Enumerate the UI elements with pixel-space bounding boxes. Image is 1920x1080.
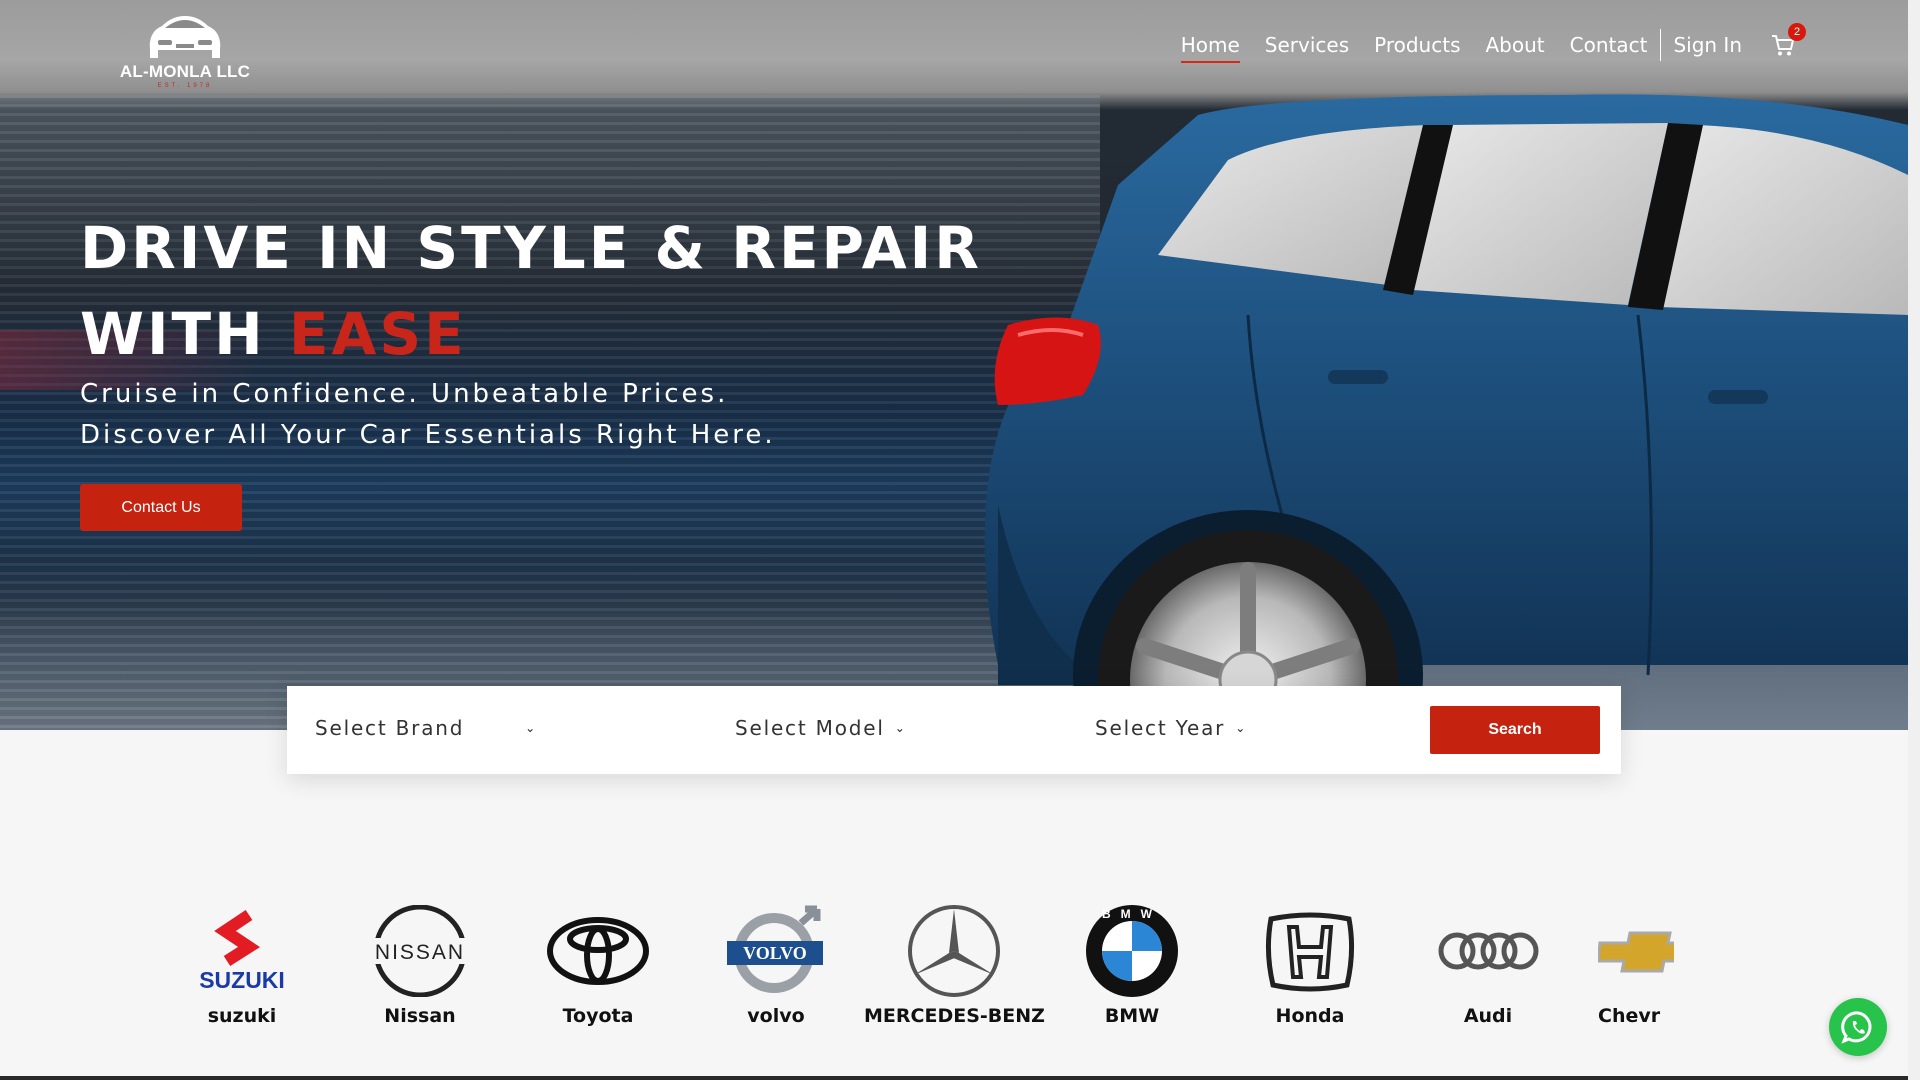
subtitle-line-1: Cruise in Confidence. Unbeatable Prices. [80, 379, 729, 409]
cart-button[interactable]: 2 [1770, 23, 1806, 58]
car-logo-icon [149, 16, 221, 58]
site-logo[interactable]: AL-MONLA LLC EST. 1978 [110, 10, 260, 94]
nav-products[interactable]: Products [1374, 33, 1460, 57]
whatsapp-chat-button[interactable] [1829, 998, 1887, 1056]
brand-label: Honda [1275, 1005, 1345, 1027]
logo-tagline: EST. 1978 [157, 83, 213, 89]
brand-audi[interactable]: Audi [1398, 905, 1578, 1027]
brand-label: volvo [747, 1005, 805, 1027]
nav-about[interactable]: About [1485, 33, 1544, 57]
svg-text:VOLVO: VOLVO [743, 943, 807, 963]
whatsapp-icon [1841, 1011, 1872, 1044]
contact-us-button[interactable]: Contact Us [80, 484, 242, 531]
chevrolet-logo-icon [1598, 931, 1674, 973]
nissan-logo-icon: NISSAN [365, 905, 475, 997]
search-button[interactable]: Search [1430, 706, 1600, 754]
brand-label: Toyota [562, 1005, 634, 1027]
logo-text: AL-MONLA LLC [119, 62, 251, 81]
model-select[interactable]: Select Model ⌄ [735, 716, 907, 740]
headline-accent: EASE [288, 300, 467, 368]
brand-select-label: Select Brand [315, 716, 465, 740]
brand-label: Audi [1463, 1005, 1513, 1027]
honda-logo-icon [1265, 912, 1355, 992]
model-select-label: Select Model [735, 716, 885, 740]
nav-home[interactable]: Home [1180, 33, 1240, 63]
brand-label: suzuki [207, 1005, 277, 1027]
brand-mercedes[interactable]: MERCEDES-BENZ [864, 905, 1045, 1027]
chevron-down-icon: ⌄ [894, 721, 907, 735]
page-bottom-divider [0, 1076, 1920, 1080]
brand-honda[interactable]: Honda [1220, 905, 1400, 1027]
hero-headline: DRIVE IN STYLE & REPAIR WITH EASE [80, 205, 982, 377]
nav-contact[interactable]: Contact [1570, 33, 1648, 57]
brand-carousel: SUZUKI suzuki NISSAN Nissan Toyota VOLVO… [190, 905, 1750, 1035]
toyota-logo-icon [547, 917, 649, 985]
chevron-down-icon: ⌄ [1235, 721, 1248, 735]
main-nav: Home Services Products About Contact Sig… [1156, 23, 1806, 63]
nav-divider [1660, 29, 1662, 61]
svg-text:SUZUKI: SUZUKI [199, 967, 285, 993]
bmw-logo-icon: BMW [1086, 905, 1178, 997]
mercedes-logo-icon [908, 905, 1000, 997]
brand-label: MERCEDES-BENZ [864, 1005, 1045, 1027]
page-scrollbar[interactable] [1908, 0, 1920, 1080]
brand-label: Nissan [384, 1005, 456, 1027]
headline-line-1: DRIVE IN STYLE & REPAIR [80, 214, 982, 282]
year-select[interactable]: Select Year ⌄ [1095, 716, 1247, 740]
brand-chevrolet[interactable]: Chevr [1598, 905, 1674, 1027]
nav-services[interactable]: Services [1265, 33, 1349, 57]
brand-bmw[interactable]: BMW BMW [1042, 905, 1222, 1027]
volvo-logo-icon: VOLVO [727, 905, 823, 993]
headline-line-2-prefix: WITH [80, 300, 289, 368]
suzuki-logo-icon: SUZUKI [199, 910, 285, 993]
subtitle-line-2: Discover All Your Car Essentials Right H… [80, 420, 776, 450]
chevron-down-icon: ⌄ [525, 721, 537, 735]
brand-volvo[interactable]: VOLVO volvo [686, 905, 866, 1027]
vehicle-search-bar: Select Brand ⌄ Select Model ⌄ Select Yea… [287, 686, 1621, 774]
brand-label: BMW [1104, 1005, 1160, 1027]
year-select-label: Select Year [1095, 716, 1226, 740]
audi-logo-icon [1438, 932, 1539, 970]
brand-label: Chevr [1598, 1005, 1661, 1027]
brand-toyota[interactable]: Toyota [508, 905, 688, 1027]
svg-text:NISSAN: NISSAN [375, 941, 465, 964]
brand-nissan[interactable]: NISSAN Nissan [330, 905, 510, 1027]
sign-in-link[interactable]: Sign In [1673, 33, 1742, 57]
svg-text:BMW: BMW [1102, 907, 1162, 921]
hero-subtitle: Cruise in Confidence. Unbeatable Prices.… [80, 374, 776, 456]
hero-car-image [984, 94, 1908, 730]
brand-select[interactable]: Select Brand ⌄ [315, 716, 537, 740]
brand-suzuki[interactable]: SUZUKI suzuki [190, 905, 332, 1027]
cart-count-badge: 2 [1788, 23, 1806, 41]
